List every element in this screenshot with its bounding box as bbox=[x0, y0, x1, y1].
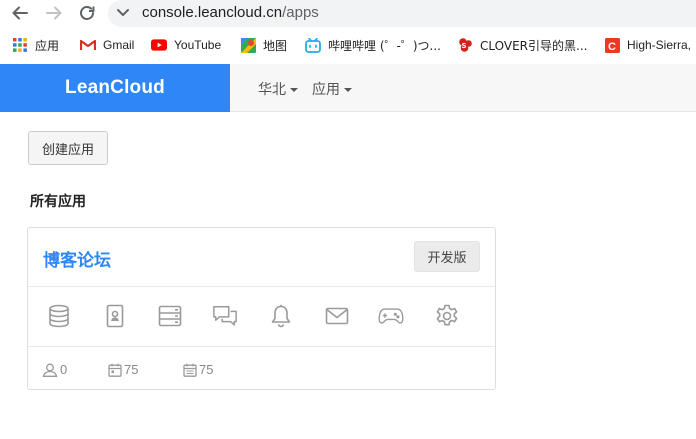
stat-value: 75 bbox=[199, 362, 214, 377]
bookmark-label: 地图 bbox=[263, 38, 288, 53]
forward-button[interactable] bbox=[42, 1, 66, 25]
browser-toolbar: console.leancloud.cn/apps bbox=[0, 0, 696, 27]
stat-calendar-2: 75 bbox=[183, 362, 213, 377]
apps-grid-icon bbox=[12, 37, 28, 53]
plan-badge[interactable]: 开发版 bbox=[414, 241, 480, 272]
address-bar[interactable]: console.leancloud.cn/apps bbox=[108, 0, 696, 27]
chat-icon[interactable] bbox=[212, 303, 238, 329]
region-dropdown[interactable]: 华北 bbox=[258, 79, 298, 99]
caret-down-icon bbox=[344, 88, 352, 92]
bookmark-label: YouTube bbox=[174, 38, 222, 52]
back-button[interactable] bbox=[8, 1, 32, 25]
database-icon[interactable] bbox=[46, 303, 72, 329]
bookmark-label: Gmail bbox=[103, 38, 135, 52]
calendar-icon bbox=[108, 363, 122, 377]
contact-card-icon[interactable] bbox=[102, 303, 128, 329]
bookmark-maps[interactable]: 地图 bbox=[240, 36, 287, 54]
bilibili-icon bbox=[305, 37, 321, 53]
region-label: 华北 bbox=[258, 82, 286, 98]
clover-icon: S bbox=[457, 37, 473, 53]
bookmark-gmail[interactable]: Gmail bbox=[80, 36, 134, 54]
section-title: 所有应用 bbox=[30, 194, 86, 210]
card-divider bbox=[28, 286, 495, 287]
bookmark-label: CLOVER引导的黑... bbox=[480, 38, 588, 53]
user-icon bbox=[42, 363, 58, 377]
server-icon[interactable] bbox=[157, 303, 183, 329]
bookmark-apps[interactable]: 应用 bbox=[12, 36, 59, 54]
chevron-down-icon[interactable] bbox=[116, 7, 130, 19]
bookmark-label: 哔哩哔哩 (゜-゜)つ... bbox=[328, 38, 441, 53]
create-app-button[interactable]: 创建应用 bbox=[28, 131, 108, 165]
stat-users: 0 bbox=[42, 362, 67, 377]
svg-text:C: C bbox=[608, 41, 616, 53]
gear-icon[interactable] bbox=[434, 303, 460, 329]
bookmarks-bar: 应用 Gmail YouTube 地图 哔哩哔哩 (゜-゜)つ... S CLO… bbox=[0, 31, 696, 59]
gamepad-icon[interactable] bbox=[378, 303, 404, 329]
bookmark-bilibili[interactable]: 哔哩哔哩 (゜-゜)つ... bbox=[305, 36, 441, 54]
url-host: console.leancloud.cn bbox=[142, 4, 283, 21]
bookmark-csdn[interactable]: C High-Sierra, bbox=[604, 36, 691, 54]
bookmark-youtube[interactable]: YouTube bbox=[151, 36, 221, 54]
arrow-left-icon bbox=[12, 6, 28, 20]
mail-icon[interactable] bbox=[324, 303, 350, 329]
arrow-right-icon bbox=[46, 6, 62, 20]
url-path: /apps bbox=[282, 4, 319, 21]
brand-logo[interactable]: LeanCloud bbox=[0, 64, 230, 112]
csdn-icon: C bbox=[604, 37, 620, 53]
gmail-icon bbox=[80, 37, 96, 53]
url-text: console.leancloud.cn/apps bbox=[142, 4, 319, 21]
app-name-link[interactable]: 博客论坛 bbox=[43, 246, 111, 271]
calendar-icon bbox=[183, 363, 197, 377]
reload-icon bbox=[80, 6, 95, 20]
bookmark-clover[interactable]: S CLOVER引导的黑... bbox=[457, 36, 587, 54]
app-header: LeanCloud 华北 应用 bbox=[0, 64, 696, 112]
bookmark-label: High-Sierra, bbox=[627, 38, 692, 52]
app-card: 博客论坛 开发版 0 75 75 bbox=[27, 227, 496, 390]
apps-label: 应用 bbox=[312, 82, 340, 98]
bookmark-label: 应用 bbox=[35, 38, 60, 53]
svg-text:S: S bbox=[461, 42, 466, 50]
bell-icon[interactable] bbox=[268, 303, 294, 329]
caret-down-icon bbox=[290, 88, 298, 92]
maps-icon bbox=[240, 37, 256, 53]
stat-calendar-1: 75 bbox=[108, 362, 138, 377]
stat-value: 0 bbox=[60, 362, 68, 377]
apps-dropdown[interactable]: 应用 bbox=[312, 79, 352, 99]
reload-button[interactable] bbox=[75, 1, 99, 25]
youtube-icon bbox=[151, 37, 167, 53]
stat-value: 75 bbox=[124, 362, 139, 377]
card-divider bbox=[28, 346, 495, 347]
